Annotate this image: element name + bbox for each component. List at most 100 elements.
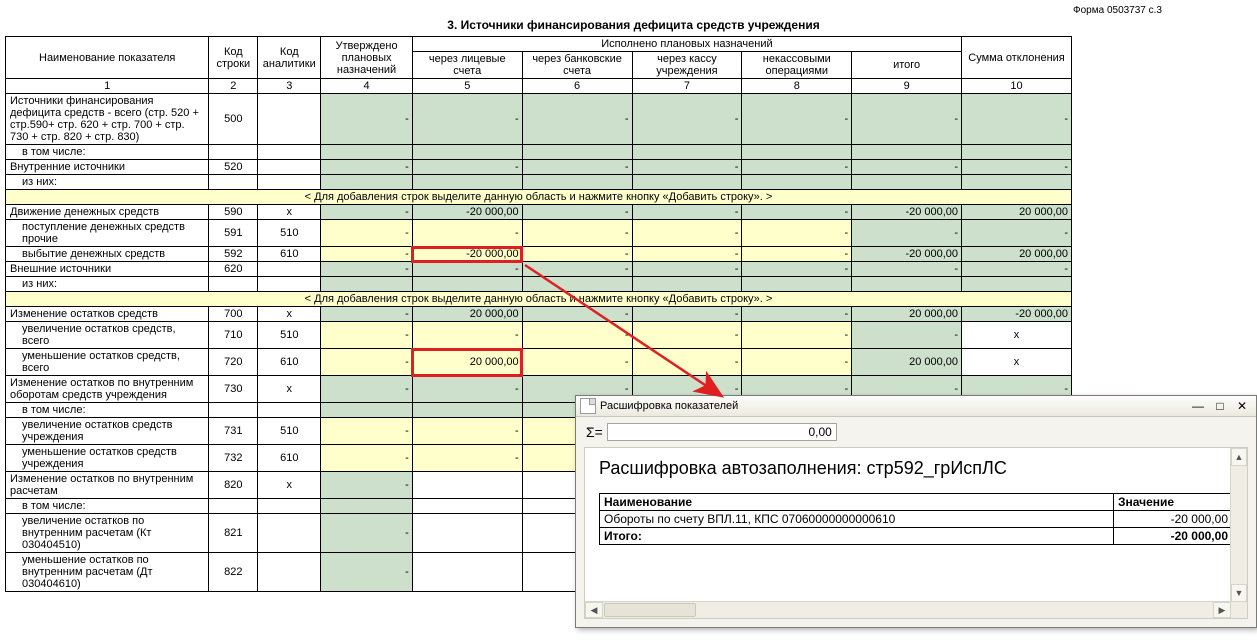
row-analytic — [258, 160, 321, 175]
cell-appr: - — [321, 262, 413, 277]
add-row-banner[interactable]: < Для добавления строк выделите данную о… — [6, 190, 1072, 205]
scroll-down-icon[interactable]: ▼ — [1231, 584, 1247, 602]
cell-nekass — [742, 277, 852, 292]
cell-kassa — [632, 175, 742, 190]
row-code: 590 — [209, 205, 258, 220]
cell-nekass[interactable]: - — [742, 247, 852, 262]
row-name: Внешние источники — [6, 262, 209, 277]
row-analytic — [258, 145, 321, 160]
cell-appr — [321, 499, 413, 514]
cell-lic: - — [412, 376, 522, 403]
close-button[interactable]: ✕ — [1232, 398, 1252, 414]
row-name: уменьшение остатков по внутренним расчет… — [6, 553, 209, 592]
row-code: 700 — [209, 307, 258, 322]
add-row-banner[interactable]: < Для добавления строк выделите данную о… — [6, 292, 1072, 307]
horizontal-scrollbar[interactable]: ◀ ▶ — [585, 601, 1231, 618]
cell-nekass — [742, 145, 852, 160]
row-name: в том числе: — [6, 403, 209, 418]
cell-bank[interactable]: - — [522, 349, 632, 376]
cell-kassa[interactable]: - — [632, 349, 742, 376]
table-row: из них: — [6, 175, 1072, 190]
cell-bank[interactable]: - — [522, 247, 632, 262]
cell-lic[interactable]: - — [412, 220, 522, 247]
row-code: 731 — [209, 418, 258, 445]
popup-titlebar[interactable]: Расшифровка показателей — □ ✕ — [576, 396, 1256, 417]
cell-itogo — [852, 145, 962, 160]
cell-lic — [412, 553, 522, 592]
row-code: 720 — [209, 349, 258, 376]
row-name: Движение денежных средств — [6, 205, 209, 220]
cell-lic[interactable]: 20 000,00 — [412, 349, 522, 376]
vertical-scrollbar[interactable]: ▲ ▼ — [1230, 448, 1247, 602]
row-analytic — [258, 403, 321, 418]
cell-kassa: - — [632, 94, 742, 145]
cell-lic[interactable]: - — [412, 445, 522, 472]
sigma-input[interactable] — [607, 423, 837, 441]
row-analytic: 510 — [258, 418, 321, 445]
cell-kassa[interactable]: - — [632, 247, 742, 262]
detail-row: Обороты по счету ВПЛ.11, КПС 07060000000… — [600, 511, 1233, 528]
scroll-thumb[interactable] — [604, 603, 696, 617]
row-name: Источники финансирования дефицита средст… — [6, 94, 209, 145]
cell-lic: -20 000,00 — [412, 205, 522, 220]
cell-dev — [962, 145, 1072, 160]
cell-dev: - — [962, 94, 1072, 145]
cell-bank — [522, 175, 632, 190]
cell-dev: x — [962, 322, 1072, 349]
cell-appr[interactable]: - — [321, 322, 413, 349]
section-title: 3. Источники финансирования дефицита сре… — [5, 18, 1257, 36]
row-code: 822 — [209, 553, 258, 592]
minimize-button[interactable]: — — [1188, 398, 1208, 414]
row-code: 820 — [209, 472, 258, 499]
row-name: увеличение остатков средств, всего — [6, 322, 209, 349]
detail-th-name: Наименование — [600, 494, 1114, 511]
cell-lic[interactable]: -20 000,00 — [412, 247, 522, 262]
cell-itogo: - — [852, 322, 962, 349]
scroll-up-icon[interactable]: ▲ — [1231, 448, 1247, 466]
cell-appr[interactable]: - — [321, 445, 413, 472]
row-code: 821 — [209, 514, 258, 553]
cell-nekass: - — [742, 94, 852, 145]
cell-appr: - — [321, 307, 413, 322]
cell-bank[interactable]: - — [522, 220, 632, 247]
cell-appr: - — [321, 553, 413, 592]
cell-lic — [412, 277, 522, 292]
row-name: из них: — [6, 277, 209, 292]
cell-itogo: -20 000,00 — [852, 205, 962, 220]
row-analytic — [258, 175, 321, 190]
cell-appr: - — [321, 160, 413, 175]
cell-nekass[interactable]: - — [742, 349, 852, 376]
cell-lic[interactable]: - — [412, 322, 522, 349]
cell-dev: -20 000,00 — [962, 307, 1072, 322]
cell-lic: 20 000,00 — [412, 307, 522, 322]
cell-kassa[interactable]: - — [632, 220, 742, 247]
colnum: 2 — [209, 79, 258, 94]
maximize-button[interactable]: □ — [1210, 398, 1230, 414]
cell-kassa: - — [632, 307, 742, 322]
row-analytic — [258, 277, 321, 292]
cell-appr[interactable]: - — [321, 349, 413, 376]
th-kassa: через кассу учреждения — [632, 52, 742, 79]
cell-dev: - — [962, 220, 1072, 247]
cell-appr[interactable]: - — [321, 220, 413, 247]
cell-appr[interactable]: - — [321, 418, 413, 445]
cell-nekass[interactable]: - — [742, 220, 852, 247]
scroll-left-icon[interactable]: ◀ — [585, 602, 603, 618]
colnum: 5 — [412, 79, 522, 94]
cell-lic — [412, 403, 522, 418]
th-anal: Код аналитики — [258, 37, 321, 79]
detail-total-row: Итого: -20 000,00 — [600, 528, 1233, 545]
cell-lic[interactable]: - — [412, 418, 522, 445]
cell-appr[interactable]: - — [321, 247, 413, 262]
cell-kassa[interactable]: - — [632, 322, 742, 349]
cell-itogo — [852, 277, 962, 292]
cell-bank: - — [522, 160, 632, 175]
scroll-right-icon[interactable]: ▶ — [1213, 602, 1231, 618]
cell-bank[interactable]: - — [522, 322, 632, 349]
row-analytic: x — [258, 376, 321, 403]
row-code: 591 — [209, 220, 258, 247]
cell-itogo: - — [852, 220, 962, 247]
row-code — [209, 277, 258, 292]
cell-nekass[interactable]: - — [742, 322, 852, 349]
table-row: Внутренние источники520------- — [6, 160, 1072, 175]
